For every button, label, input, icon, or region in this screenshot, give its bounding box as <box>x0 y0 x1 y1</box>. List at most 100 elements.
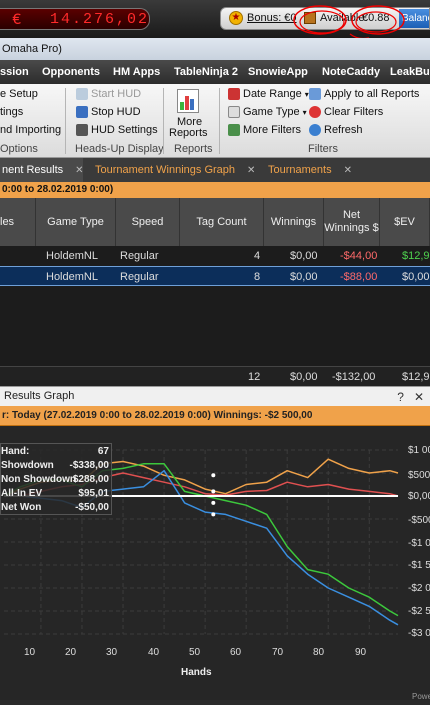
ribbon-tab-snowieapp[interactable]: SnowieApp <box>248 60 308 84</box>
tab-tournament-winnings-graph[interactable]: Tournament Winnings Graph ✕ <box>95 158 255 182</box>
settings-button[interactable]: tings <box>0 106 23 118</box>
graph-window-title: Results Graph <box>4 390 75 402</box>
date-range-dropdown[interactable]: Date Range ▾ <box>228 88 309 100</box>
clear-filters-label: Clear Filters <box>324 106 384 118</box>
x-tick-label: 20 <box>65 647 77 658</box>
hover-marker <box>211 473 216 478</box>
close-icon[interactable]: ✕ <box>414 390 424 404</box>
ribbon-tab-notecaddy[interactable]: NoteCaddy <box>322 60 380 84</box>
balance-display: € 14.276,02 <box>0 8 150 30</box>
close-icon[interactable]: ✕ <box>75 165 83 176</box>
group-label-hud: Heads-Up Display <box>75 143 164 155</box>
ribbon-divider <box>65 88 66 154</box>
window-title: Omaha Pro) <box>0 38 430 60</box>
date-filter-bar: 0:00 to 28.02.2019 0:00) <box>0 182 430 198</box>
ribbon-tab-tableninja[interactable]: TableNinja 2 <box>174 60 238 84</box>
close-icon[interactable]: ✕ <box>247 165 255 176</box>
col-header-ev[interactable]: $EV <box>380 198 430 246</box>
cell-speed: Regular <box>120 250 159 262</box>
y-tick-label: -$3 0 <box>408 628 430 639</box>
stop-hud-button[interactable]: Stop HUD <box>76 106 141 118</box>
col-header-game-type[interactable]: Game Type <box>36 198 116 246</box>
x-tick-label: 40 <box>148 647 160 658</box>
group-label-options: Options <box>0 143 38 155</box>
site-setup-button[interactable]: e Setup <box>0 88 38 100</box>
table-total-row: 12 $0,00 -$132,00 $12,9 <box>0 366 430 386</box>
more-reports-label[interactable]: Reports <box>169 127 208 139</box>
game-type-dropdown[interactable]: Game Type ▾ <box>228 106 307 118</box>
chevron-down-icon: ▾ <box>302 107 307 117</box>
col-header-winnings[interactable]: Winnings <box>264 198 324 246</box>
help-icon[interactable]: ? <box>397 390 404 404</box>
total-winnings: $0,00 <box>290 371 318 383</box>
cell-tag-count: 4 <box>254 250 261 262</box>
importing-button[interactable]: nd Importing <box>0 124 61 136</box>
legend-label: Showdown <box>1 460 54 471</box>
legend-label: Net Won <box>1 502 42 513</box>
col-header-speed[interactable]: Speed <box>116 198 180 246</box>
apply-all-reports-button[interactable]: Apply to all Reports <box>309 88 419 100</box>
window-controls: ? ✕ <box>397 390 430 404</box>
content-tab-strip: nent Results ✕ Tournament Winnings Graph ✕… <box>0 158 430 182</box>
game-type-label: Game Type <box>243 106 300 118</box>
tab-label: Tournament Winnings Graph <box>95 164 236 176</box>
x-tick-label: 60 <box>230 647 242 658</box>
hud-settings-button[interactable]: HUD Settings <box>76 124 158 136</box>
top-status-bar: € 14.276,02 ★ Bonus: €0 Available: €0.88… <box>0 0 430 51</box>
ribbon-tab-session[interactable]: ssion <box>0 60 29 84</box>
y-tick-label: -$500 <box>408 515 430 526</box>
calendar-icon <box>228 88 240 100</box>
legend-row-hand: Hand: 67 <box>1 445 113 459</box>
clear-filters-button[interactable]: Clear Filters <box>309 106 383 118</box>
close-icon[interactable]: ✕ <box>344 165 352 176</box>
date-range-label: Date Range <box>243 88 302 100</box>
y-tick-label: $500 <box>408 470 430 481</box>
tab-label: nent Results <box>2 164 64 176</box>
tab-tournaments[interactable]: Tournaments ✕ <box>268 158 352 182</box>
cell-speed: Regular <box>120 271 159 283</box>
ribbon-tab-strip: ssion Opponents HM Apps TableNinja 2 Sno… <box>0 60 430 84</box>
legend-value: $95,01 <box>78 488 109 499</box>
table-row[interactable]: HoldemNL Regular 4 $0,00 -$44,00 $12,9 <box>0 246 430 266</box>
legend-row-net-won: Net Won -$50,00 <box>1 501 113 515</box>
refresh-button[interactable]: Refresh <box>309 124 363 136</box>
col-header-tag-count[interactable]: Tag Count <box>180 198 264 246</box>
x-tick-label: 80 <box>313 647 325 658</box>
x-tick-label: 70 <box>272 647 284 658</box>
clear-icon <box>309 106 321 118</box>
ribbon-tab-leakbuster[interactable]: LeakBus <box>390 60 430 84</box>
graph-legend: Hand: 67 Showdown -$338,00 Non Showdown … <box>0 443 112 515</box>
tab-tournament-results[interactable]: nent Results ✕ <box>0 158 84 182</box>
stop-hud-label: Stop HUD <box>91 106 141 118</box>
x-tick-label: 10 <box>24 647 36 658</box>
hud-settings-label: HUD Settings <box>91 124 158 136</box>
filter-icon <box>228 124 240 136</box>
x-tick-label: 30 <box>106 647 118 658</box>
legend-value: $288,00 <box>72 474 109 485</box>
group-label-reports: Reports <box>174 143 213 155</box>
more-filters-button[interactable]: More Filters <box>228 124 301 136</box>
ribbon-tab-hm-apps[interactable]: HM Apps <box>113 60 160 84</box>
ribbon-tab-opponents[interactable]: Opponents <box>42 60 100 84</box>
hud-settings-icon <box>76 124 88 136</box>
col-header-tables[interactable]: les <box>0 198 36 246</box>
total-ev: $12,9 <box>402 371 430 383</box>
refresh-label: Refresh <box>324 124 363 136</box>
table-row-selected[interactable]: HoldemNL Regular 8 $0,00 -$88,00 $0,00 <box>0 266 430 286</box>
stop-icon <box>76 106 88 118</box>
hover-marker <box>211 489 216 494</box>
cards-icon <box>228 106 240 118</box>
total-net-winnings: -$132,00 <box>332 371 376 383</box>
cell-net-winnings: -$44,00 <box>340 250 378 262</box>
currency-symbol: € <box>12 11 22 29</box>
col-header-net-winnings[interactable]: Net Winnings $ <box>324 198 380 246</box>
y-tick-label: -$1 5 <box>408 560 430 571</box>
cell-winnings: $0,00 <box>290 271 318 283</box>
cell-ev: $0,00 <box>402 271 430 283</box>
legend-label: All-In EV <box>1 488 43 499</box>
start-hud-button[interactable]: Start HUD <box>76 88 141 100</box>
apply-all-label: Apply to all Reports <box>324 88 420 100</box>
y-tick-label: -$2 0 <box>408 583 430 594</box>
y-tick-label: $1 00 <box>408 445 430 456</box>
y-tick-label: -$1 0 <box>408 538 430 549</box>
